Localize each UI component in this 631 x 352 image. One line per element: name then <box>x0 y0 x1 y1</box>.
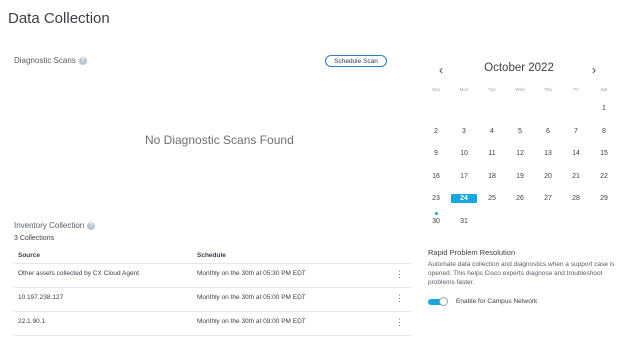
diagnostic-scans-title: Diagnostic Scans <box>14 56 76 65</box>
table-divider <box>14 263 411 264</box>
weekday-label: Mon <box>459 87 469 92</box>
row-schedule: Monthly on the 30th at 09:00 PM EDT <box>197 318 306 325</box>
calendar-day[interactable]: 17 <box>454 172 474 181</box>
more-vertical-icon[interactable]: ⋮ <box>395 269 404 279</box>
calendar-day[interactable]: 4 <box>482 127 502 136</box>
toggle-knob <box>439 297 448 306</box>
calendar-day[interactable]: 8 <box>594 127 614 136</box>
calendar-day[interactable]: 6 <box>538 127 558 136</box>
calendar-day[interactable]: 25 <box>482 194 502 203</box>
more-vertical-icon[interactable]: ⋮ <box>395 317 404 327</box>
calendar-day[interactable]: 15 <box>594 149 614 158</box>
table-divider <box>14 287 411 288</box>
help-icon[interactable]: ? <box>87 221 96 230</box>
page-title: Data Collection <box>8 10 110 27</box>
weekday-label: Sun <box>431 87 440 92</box>
row-source: 22.1.90.1 <box>18 318 46 325</box>
column-header-schedule: Schedule <box>197 252 226 259</box>
calendar-day[interactable]: 5 <box>510 127 530 136</box>
calendar-day[interactable]: 2 <box>426 127 446 136</box>
chevron-left-icon[interactable]: ‹ <box>439 64 443 76</box>
row-schedule: Monthly on the 30th at 05:30 PM EDT <box>197 270 306 277</box>
row-source: Other assets collected by CX Cloud Agent <box>18 270 140 277</box>
toggle-label: Enable for Campus Network <box>456 298 538 305</box>
calendar-day[interactable]: 7 <box>566 127 586 136</box>
column-header-source: Source <box>18 252 41 259</box>
calendar-day[interactable]: 21 <box>566 172 586 181</box>
event-marker-dot <box>434 211 438 215</box>
calendar-day[interactable]: 28 <box>566 194 586 203</box>
calendar-day[interactable]: 3 <box>454 127 474 136</box>
diagnostic-scans-header: Diagnostic Scans ? <box>14 56 87 65</box>
rapid-resolution-title: Rapid Problem Resolution <box>428 248 516 257</box>
weekday-label: Wed <box>515 87 525 92</box>
calendar-day[interactable]: 20 <box>538 172 558 181</box>
calendar-day[interactable]: 30 <box>426 217 446 226</box>
calendar-month-label: October 2022 <box>484 62 554 74</box>
schedule-scan-button[interactable]: Schedule Scan <box>325 55 387 67</box>
calendar-day[interactable]: 19 <box>510 172 530 181</box>
chevron-right-icon[interactable]: › <box>592 64 596 76</box>
calendar-day[interactable]: 27 <box>538 194 558 203</box>
calendar-day[interactable]: 9 <box>426 149 446 158</box>
more-vertical-icon[interactable]: ⋮ <box>395 293 404 303</box>
inventory-collection-header: Inventory Collection ? <box>14 221 96 230</box>
calendar-day[interactable]: 22 <box>594 172 614 181</box>
weekday-label: Fri <box>573 87 579 92</box>
calendar-day[interactable]: 10 <box>454 149 474 158</box>
calendar-day[interactable]: 1 <box>594 104 614 113</box>
calendar-day[interactable]: 29 <box>594 194 614 203</box>
calendar-day[interactable]: 11 <box>482 149 502 158</box>
weekday-label: Sat <box>600 87 608 92</box>
calendar-day[interactable]: 23 <box>426 194 446 203</box>
calendar-day[interactable]: 14 <box>566 149 586 158</box>
calendar-day[interactable]: 18 <box>482 172 502 181</box>
campus-network-toggle[interactable] <box>428 297 450 307</box>
empty-state-message: No Diagnostic Scans Found <box>145 133 294 147</box>
inventory-collection-title: Inventory Collection <box>14 221 85 230</box>
help-icon[interactable]: ? <box>78 56 87 65</box>
weekday-label: Tue <box>488 87 496 92</box>
calendar-day[interactable]: 26 <box>510 194 530 203</box>
table-divider <box>14 311 411 312</box>
table-divider <box>14 335 411 336</box>
calendar-day[interactable]: 16 <box>426 172 446 181</box>
collections-count: 3 Collections <box>14 235 55 242</box>
rapid-resolution-description: Automate data collection and diagnostics… <box>428 261 615 286</box>
row-source: 10.197.238.127 <box>18 294 64 301</box>
calendar-day[interactable]: 12 <box>510 149 530 158</box>
calendar-day-selected[interactable]: 24 <box>451 194 477 203</box>
weekday-label: Thu <box>544 87 552 92</box>
row-schedule: Monthly on the 30th at 05:00 PM EDT <box>197 294 306 301</box>
calendar-day[interactable]: 13 <box>538 149 558 158</box>
calendar-day[interactable]: 31 <box>454 217 474 226</box>
